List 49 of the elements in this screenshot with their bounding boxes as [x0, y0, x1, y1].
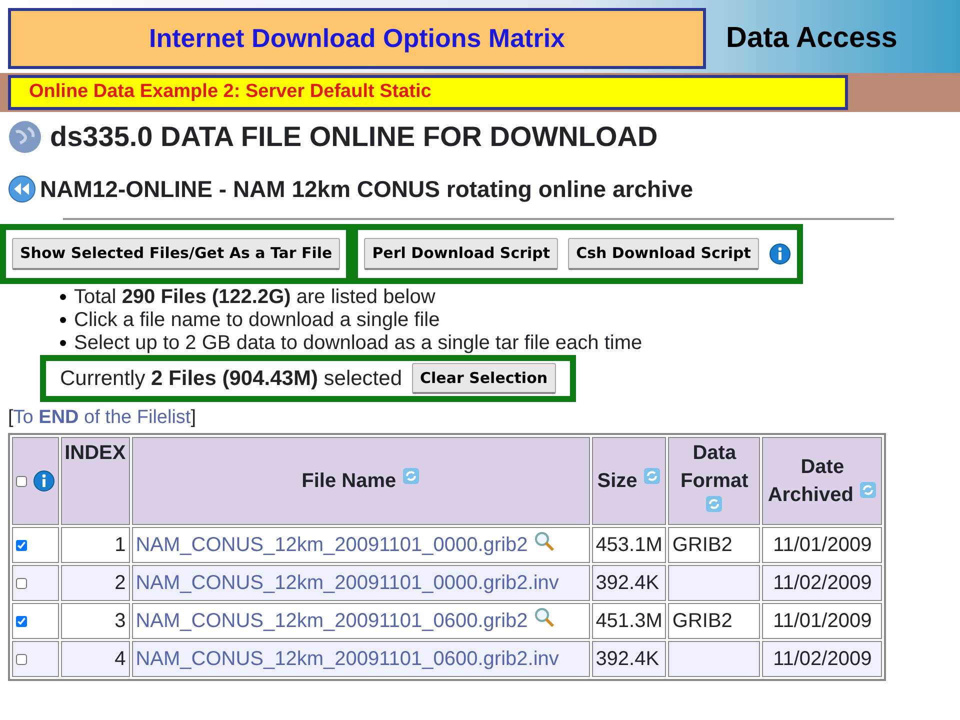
bullet-text: Total 290 Files (122.2G) are listed below	[74, 286, 436, 308]
archive-title: NAM12-ONLINE - NAM 12km CONUS rotating online archive	[40, 174, 694, 204]
index-cell: 3	[60, 602, 130, 638]
action-button[interactable]: Perl Download Script	[364, 238, 558, 270]
row-checkbox[interactable]	[16, 540, 27, 550]
info-icon[interactable]	[768, 242, 791, 265]
format-cell: GRIB2	[668, 602, 760, 638]
action-button[interactable]: Csh Download Script	[568, 238, 759, 270]
action-button[interactable]: Show Selected Files/Get As a Tar File	[12, 238, 340, 270]
selection-summary: Currently 2 Files (904.43M) selected	[60, 366, 402, 392]
section-label: Data Access	[726, 20, 898, 56]
end-of-list-link[interactable]: To END of the Filelist	[13, 404, 191, 432]
column-label: File Name	[302, 470, 396, 492]
date-cell: 11/01/2009	[762, 602, 882, 638]
column-label: Size	[597, 470, 638, 492]
magnifier-icon[interactable]	[533, 606, 556, 628]
size-cell: 451.3M	[592, 602, 666, 638]
row-checkbox[interactable]	[16, 616, 27, 626]
bullet-text: Click a file name to download a single file	[74, 308, 440, 332]
row-checkbox[interactable]	[16, 654, 27, 664]
column-label: Date Archived	[768, 456, 854, 506]
bracket: [	[8, 406, 14, 430]
index-cell: 4	[60, 640, 130, 676]
size-cell: 392.4K	[592, 564, 666, 600]
date-cell: 11/01/2009	[762, 526, 882, 562]
date-cell: 11/02/2009	[762, 564, 882, 600]
slide-title: Internet Download Options Matrix	[8, 8, 706, 69]
page-heading: ds335.0 DATA FILE ONLINE FOR DOWNLOAD	[50, 120, 658, 154]
magnifier-icon[interactable]	[533, 530, 556, 552]
clear-selection-button[interactable]: Clear Selection	[412, 362, 556, 394]
bracket: ]	[190, 406, 196, 430]
date-cell: 11/02/2009	[762, 640, 882, 676]
column-label: INDEX	[64, 442, 126, 464]
select-all-checkbox[interactable]	[16, 476, 27, 486]
size-cell: 453.1M	[592, 526, 666, 562]
row-checkbox[interactable]	[16, 578, 27, 588]
index-cell: 1	[60, 526, 130, 562]
globe-icon	[8, 120, 42, 154]
bullet-icon	[60, 294, 66, 300]
info-icon[interactable]	[32, 470, 55, 492]
format-cell: GRIB2	[668, 526, 760, 562]
bullet-icon	[60, 317, 66, 323]
size-cell: 392.4K	[592, 640, 666, 676]
column-label: Data Format	[680, 442, 748, 492]
bullet-icon	[60, 340, 66, 346]
bullet-text: Select up to 2 GB data to download as a single tar file each time	[74, 332, 642, 354]
rewind-icon[interactable]	[8, 174, 36, 203]
index-cell: 2	[60, 564, 130, 600]
slide-subtitle: Online Data Example 2: Server Default Static	[8, 75, 848, 110]
